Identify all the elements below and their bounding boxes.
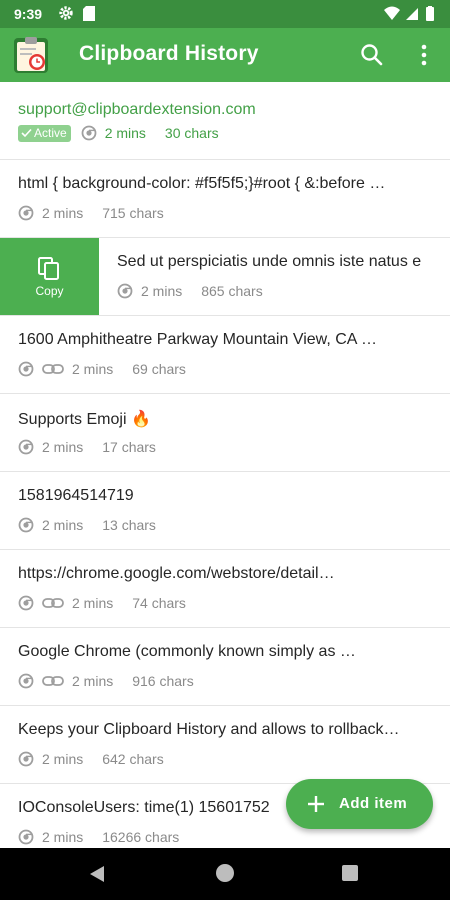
clipboard-item-meta: Active 2 mins 30 chars xyxy=(18,124,219,142)
clipboard-item-text: Sed ut perspiciatis unde omnis iste natu… xyxy=(117,253,422,270)
clipboard-item-text: https://chrome.google.com/webstore/detai… xyxy=(18,565,335,582)
clipboard-item-meta: 2 mins 642 chars xyxy=(18,750,164,768)
clipboard-item[interactable]: Supports Emoji 🔥 2 mins 17 chars xyxy=(0,394,450,472)
clipboard-item-meta: 2 mins 17 chars xyxy=(18,438,156,456)
clipboard-item-time: 2 mins xyxy=(141,283,183,299)
clipboard-item-time: 2 mins xyxy=(72,361,114,377)
clipboard-item[interactable]: support@clipboardextension.com Active 2 … xyxy=(0,82,450,160)
plus-icon xyxy=(308,796,324,812)
search-icon[interactable] xyxy=(359,42,385,68)
clipboard-item-time: 2 mins xyxy=(42,829,84,845)
chrome-icon xyxy=(117,283,133,299)
active-badge-label: Active xyxy=(34,126,67,140)
clipboard-item-chars: 74 chars xyxy=(132,595,186,611)
clipboard-item-chars: 69 chars xyxy=(132,361,186,377)
chrome-icon xyxy=(18,205,34,221)
copy-button[interactable]: Copy xyxy=(0,238,99,315)
clipboard-item-chars: 17 chars xyxy=(102,439,156,455)
clipboard-item[interactable]: html { background-color: #f5f5f5;}#root … xyxy=(0,160,450,238)
status-bar: 9:39 xyxy=(0,0,450,28)
settings-gear-icon xyxy=(58,5,74,26)
chrome-icon xyxy=(18,829,34,845)
add-item-label: Add item xyxy=(339,795,408,812)
chrome-icon xyxy=(18,595,34,611)
active-badge: Active xyxy=(18,124,71,142)
clipboard-item-meta: 2 mins 13 chars xyxy=(18,516,156,534)
clipboard-item[interactable]: 1600 Amphitheatre Parkway Mountain View,… xyxy=(0,316,450,394)
clipboard-item-text: Google Chrome (commonly known simply as … xyxy=(18,643,356,660)
clipboard-item-meta: 2 mins 715 chars xyxy=(18,204,164,222)
clipboard-item[interactable]: 1581964514719 2 mins 13 chars xyxy=(0,472,450,550)
chrome-icon xyxy=(18,751,34,767)
add-item-button[interactable]: Add item xyxy=(286,779,433,829)
more-options-icon[interactable] xyxy=(412,42,436,68)
clipboard-item-time: 2 mins xyxy=(72,595,114,611)
sd-card-icon xyxy=(83,6,95,26)
clipboard-logo-icon xyxy=(13,36,49,74)
clipboard-item-meta: 2 mins 74 chars xyxy=(18,594,186,612)
status-time: 9:39 xyxy=(14,6,43,22)
app-title: Clipboard History xyxy=(79,42,259,65)
clipboard-item-chars: 865 chars xyxy=(201,283,263,299)
chrome-icon xyxy=(18,673,34,689)
clipboard-item-chars: 13 chars xyxy=(102,517,156,533)
clipboard-item-time: 2 mins xyxy=(72,673,114,689)
clipboard-item-chars: 16266 chars xyxy=(102,829,180,845)
link-icon xyxy=(42,676,64,686)
chrome-icon xyxy=(18,439,34,455)
clipboard-item-chars: 916 chars xyxy=(132,673,194,689)
chrome-icon xyxy=(81,125,97,141)
link-icon xyxy=(42,364,64,374)
clipboard-item-time: 2 mins xyxy=(42,517,84,533)
clipboard-item-meta: 2 mins 69 chars xyxy=(18,360,186,378)
chrome-icon xyxy=(18,517,34,533)
clipboard-item-time: 2 mins xyxy=(42,205,84,221)
clipboard-item-text: support@clipboardextension.com xyxy=(18,101,256,118)
clipboard-item-chars: 30 chars xyxy=(164,125,219,141)
clipboard-item-text: html { background-color: #f5f5f5;}#root … xyxy=(18,175,386,192)
clipboard-item-time: 2 mins xyxy=(104,125,146,141)
navigation-bar xyxy=(0,848,450,900)
wifi-signal-battery-icon xyxy=(384,6,436,27)
clipboard-list[interactable]: support@clipboardextension.com Active 2 … xyxy=(0,82,450,848)
clipboard-item-meta: 2 mins 16266 chars xyxy=(18,828,179,846)
clipboard-item-text: 1581964514719 xyxy=(18,487,134,504)
clipboard-item[interactable]: Copy Sed ut perspiciatis unde omnis iste… xyxy=(0,238,450,316)
clipboard-item-meta: 2 mins 865 chars xyxy=(117,282,263,300)
clipboard-item-text: Keeps your Clipboard History and allows … xyxy=(18,721,400,738)
chrome-icon xyxy=(18,361,34,377)
clipboard-item[interactable]: Google Chrome (commonly known simply as … xyxy=(0,628,450,706)
clipboard-item-text: Supports Emoji 🔥 xyxy=(18,411,151,428)
recent-apps-icon[interactable] xyxy=(342,865,358,881)
check-icon xyxy=(21,128,32,138)
clipboard-item-text: 1600 Amphitheatre Parkway Mountain View,… xyxy=(18,331,378,348)
clipboard-item[interactable]: https://chrome.google.com/webstore/detai… xyxy=(0,550,450,628)
clipboard-item[interactable]: Keeps your Clipboard History and allows … xyxy=(0,706,450,784)
back-icon[interactable] xyxy=(88,865,106,883)
clipboard-item-time: 2 mins xyxy=(42,751,84,767)
home-icon[interactable] xyxy=(216,864,234,882)
clipboard-item-chars: 715 chars xyxy=(102,205,164,221)
copy-icon xyxy=(38,257,59,280)
clipboard-item-meta: 2 mins 916 chars xyxy=(18,672,194,690)
link-icon xyxy=(42,598,64,608)
app-bar: Clipboard History xyxy=(0,28,450,82)
copy-label: Copy xyxy=(35,284,64,298)
clipboard-item-chars: 642 chars xyxy=(102,751,164,767)
clipboard-item-time: 2 mins xyxy=(42,439,84,455)
